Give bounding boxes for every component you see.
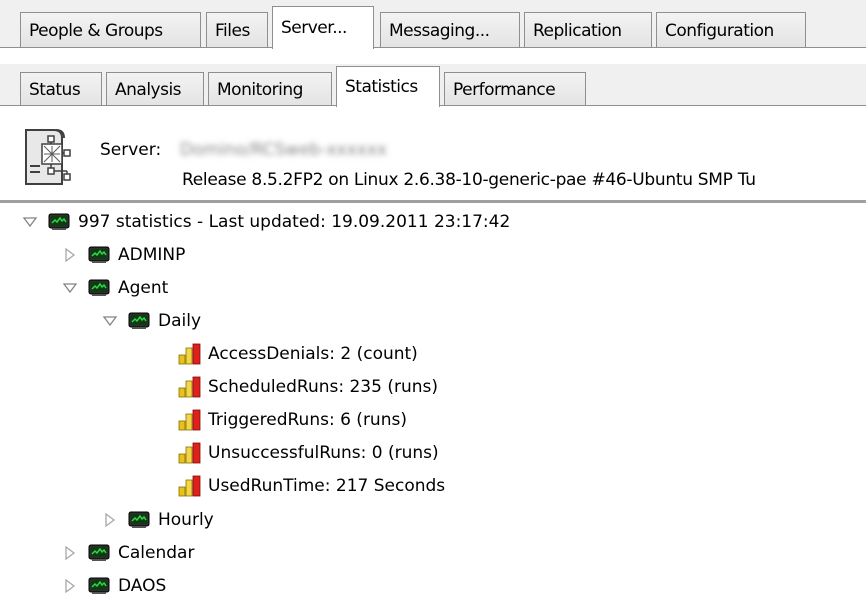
server-sub-tab-bar: Status Analysis Monitoring Statistics Pe… [0, 64, 866, 107]
tab-people-groups[interactable]: People & Groups [20, 12, 201, 48]
tree-node-daos[interactable]: DAOS [62, 571, 166, 601]
statistics-tree: 997 statistics - Last updated: 19.09.201… [0, 203, 866, 609]
bar-chart-icon [178, 409, 201, 431]
server-icon [25, 129, 71, 185]
tree-leaf-unsuccessful-runs[interactable]: UnsuccessfulRuns: 0 (runs) [178, 438, 439, 468]
tree-node-calendar[interactable]: Calendar [62, 538, 194, 568]
expanded-triangle-icon[interactable] [102, 313, 118, 329]
tree-label: Daily [158, 311, 202, 331]
tree-leaf-triggered-runs[interactable]: TriggeredRuns: 6 (runs) [178, 405, 407, 435]
collapsed-triangle-icon[interactable] [62, 578, 78, 594]
main-tab-bar: People & Groups Files Server... Messagin… [0, 0, 866, 49]
bar-chart-icon [178, 475, 201, 497]
tab-server[interactable]: Server... [272, 6, 374, 49]
statistics-monitor-icon [88, 544, 110, 561]
bar-chart-icon [178, 442, 201, 464]
tab-analysis[interactable]: Analysis [106, 72, 204, 106]
tree-label: ADMINP [118, 245, 186, 265]
tab-status[interactable]: Status [20, 72, 102, 106]
tree-node-daily[interactable]: Daily [102, 306, 201, 336]
tree-label: DAOS [118, 576, 167, 596]
tree-leaf-scheduled-runs[interactable]: ScheduledRuns: 235 (runs) [178, 372, 438, 402]
tab-messaging[interactable]: Messaging... [380, 12, 520, 48]
tree-label: Hourly [158, 510, 214, 530]
collapsed-triangle-icon[interactable] [62, 247, 78, 263]
tree-label: UsedRunTime: 217 Seconds [208, 476, 446, 496]
tree-node-hourly[interactable]: Hourly [102, 505, 214, 535]
statistics-monitor-icon [88, 279, 110, 296]
expanded-triangle-icon[interactable] [22, 214, 38, 230]
tree-label: AccessDenials: 2 (count) [208, 344, 418, 364]
tree-node-adminp[interactable]: ADMINP [62, 240, 185, 270]
tab-configuration[interactable]: Configuration [656, 12, 806, 48]
statistics-monitor-icon [48, 213, 70, 230]
tree-label: Calendar [118, 543, 195, 563]
server-info-panel: Server: Domino/RCSweb-xxxxxx Release 8.5… [0, 106, 866, 200]
tree-label: Agent [118, 278, 169, 298]
collapsed-triangle-icon[interactable] [62, 545, 78, 561]
tree-node-root[interactable]: 997 statistics - Last updated: 19.09.201… [22, 207, 510, 237]
server-label: Server: [100, 140, 162, 160]
tree-leaf-access-denials[interactable]: AccessDenials: 2 (count) [178, 339, 418, 369]
tree-label: UnsuccessfulRuns: 0 (runs) [208, 443, 439, 463]
collapsed-triangle-icon[interactable] [102, 512, 118, 528]
tab-monitoring[interactable]: Monitoring [208, 72, 332, 106]
tree-label: TriggeredRuns: 6 (runs) [208, 410, 407, 430]
tab-files[interactable]: Files [206, 12, 268, 48]
statistics-monitor-icon [128, 312, 150, 329]
statistics-monitor-icon [128, 511, 150, 528]
statistics-monitor-icon [88, 246, 110, 263]
server-name: Domino/RCSweb-xxxxxx [180, 140, 387, 160]
tab-replication[interactable]: Replication [524, 12, 652, 48]
server-release-info: Release 8.5.2FP2 on Linux 2.6.38-10-gene… [182, 170, 756, 190]
tree-leaf-used-run-time[interactable]: UsedRunTime: 217 Seconds [178, 471, 445, 501]
domino-administrator-window: People & Groups Files Server... Messagin… [0, 0, 866, 609]
tree-label: 997 statistics - Last updated: 19.09.201… [78, 212, 511, 232]
bar-chart-icon [178, 376, 201, 398]
tree-node-agent[interactable]: Agent [62, 273, 168, 303]
tree-label: ScheduledRuns: 235 (runs) [208, 377, 439, 397]
tab-spacer [0, 48, 866, 64]
tab-performance[interactable]: Performance [444, 72, 586, 106]
bar-chart-icon [178, 343, 201, 365]
tab-statistics[interactable]: Statistics [336, 66, 440, 107]
expanded-triangle-icon[interactable] [62, 280, 78, 296]
statistics-monitor-icon [88, 577, 110, 594]
